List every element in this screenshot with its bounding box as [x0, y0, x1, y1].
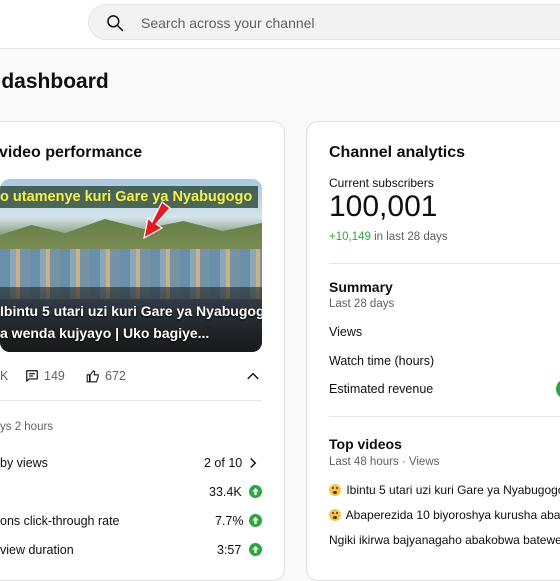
thumbnail-caption-line-1: Ibintu 5 utari uzi kuri Gare ya Nyabugog…	[0, 303, 262, 319]
like-icon	[86, 370, 99, 383]
subscriber-delta-period: in last 28 days	[374, 231, 448, 243]
top-video-item[interactable]: Ngiki ikirwa bajyanagaho abakobwa batewe…	[329, 533, 560, 547]
latest-video-title: video performance	[0, 144, 143, 161]
channel-analytics-title: Channel analytics	[329, 144, 466, 161]
comment-icon	[26, 370, 38, 382]
top-bar	[0, 0, 560, 49]
divider	[329, 263, 560, 264]
thumbnail-hills	[0, 219, 262, 251]
chevron-up-icon[interactable]	[246, 370, 260, 382]
subscriber-delta: +10,149 in last 28 days	[329, 231, 448, 243]
top-video-item[interactable]: Abaperezida 10 biyoroshya kurusha aban	[329, 508, 560, 522]
top-video-title: Abaperezida 10 biyoroshya kurusha aban	[345, 508, 560, 522]
comments-count: 149	[44, 369, 65, 383]
divider	[329, 416, 560, 417]
likes-count: 672	[105, 369, 126, 383]
summary-watch-time-label: Watch time (hours)	[329, 354, 435, 368]
summary-revenue-label: Estimated revenue	[329, 382, 434, 396]
video-thumbnail[interactable]: o utamenye kuri Gare ya Nyabugogo Ibintu…	[0, 179, 262, 352]
subscriber-delta-value: +10,149	[329, 231, 371, 243]
page-title: el dashboard	[0, 70, 109, 93]
search-input[interactable]	[139, 5, 560, 41]
top-videos-title: Top videos	[329, 436, 402, 452]
summary-title: Summary	[329, 279, 393, 295]
shocked-emoji-icon	[329, 484, 341, 496]
shocked-emoji-icon	[329, 509, 341, 521]
views-stat-cut: K	[0, 369, 9, 383]
search-box[interactable]	[88, 4, 560, 41]
top-video-title: Ngiki ikirwa bajyanagaho abakobwa batewe…	[329, 533, 560, 547]
subscriber-count: 100,001	[329, 190, 438, 223]
ranking-value[interactable]: 2 of 10	[204, 456, 242, 470]
avg-view-duration-label: view duration	[0, 543, 74, 557]
divider	[0, 400, 262, 401]
top-video-item[interactable]: Ibintu 5 utari uzi kuri Gare ya Nyabugog…	[329, 483, 560, 497]
subscribers-label: Current subscribers	[329, 176, 434, 190]
chevron-right-icon[interactable]	[248, 457, 258, 469]
red-arrow-icon	[143, 201, 171, 240]
thumbnail-shade	[0, 287, 262, 352]
trend-up-icon	[249, 514, 262, 527]
avg-view-duration-value: 3:57	[217, 543, 242, 557]
trend-up-icon	[249, 543, 262, 556]
published-since: ys 2 hours	[0, 421, 54, 433]
ranking-label: by views	[0, 456, 48, 470]
ctr-label: ons click-through rate	[0, 514, 120, 528]
search-icon[interactable]	[105, 13, 125, 33]
thumbnail-caption-line-2: a wenda kujyayo | Uko bagiye...	[0, 325, 210, 341]
summary-period: Last 28 days	[329, 298, 395, 310]
summary-views-label: Views	[329, 325, 363, 339]
trend-up-icon	[249, 485, 262, 498]
thumbnail-banner-text: o utamenye kuri Gare ya Nyabugogo	[0, 186, 259, 208]
top-videos-period: Last 48 hours · Views	[329, 456, 440, 468]
views-value: 33.4K	[209, 485, 242, 499]
ctr-value: 7.7%	[215, 514, 244, 528]
top-video-title: Ibintu 5 utari uzi kuri Gare ya Nyabugog…	[346, 483, 560, 497]
